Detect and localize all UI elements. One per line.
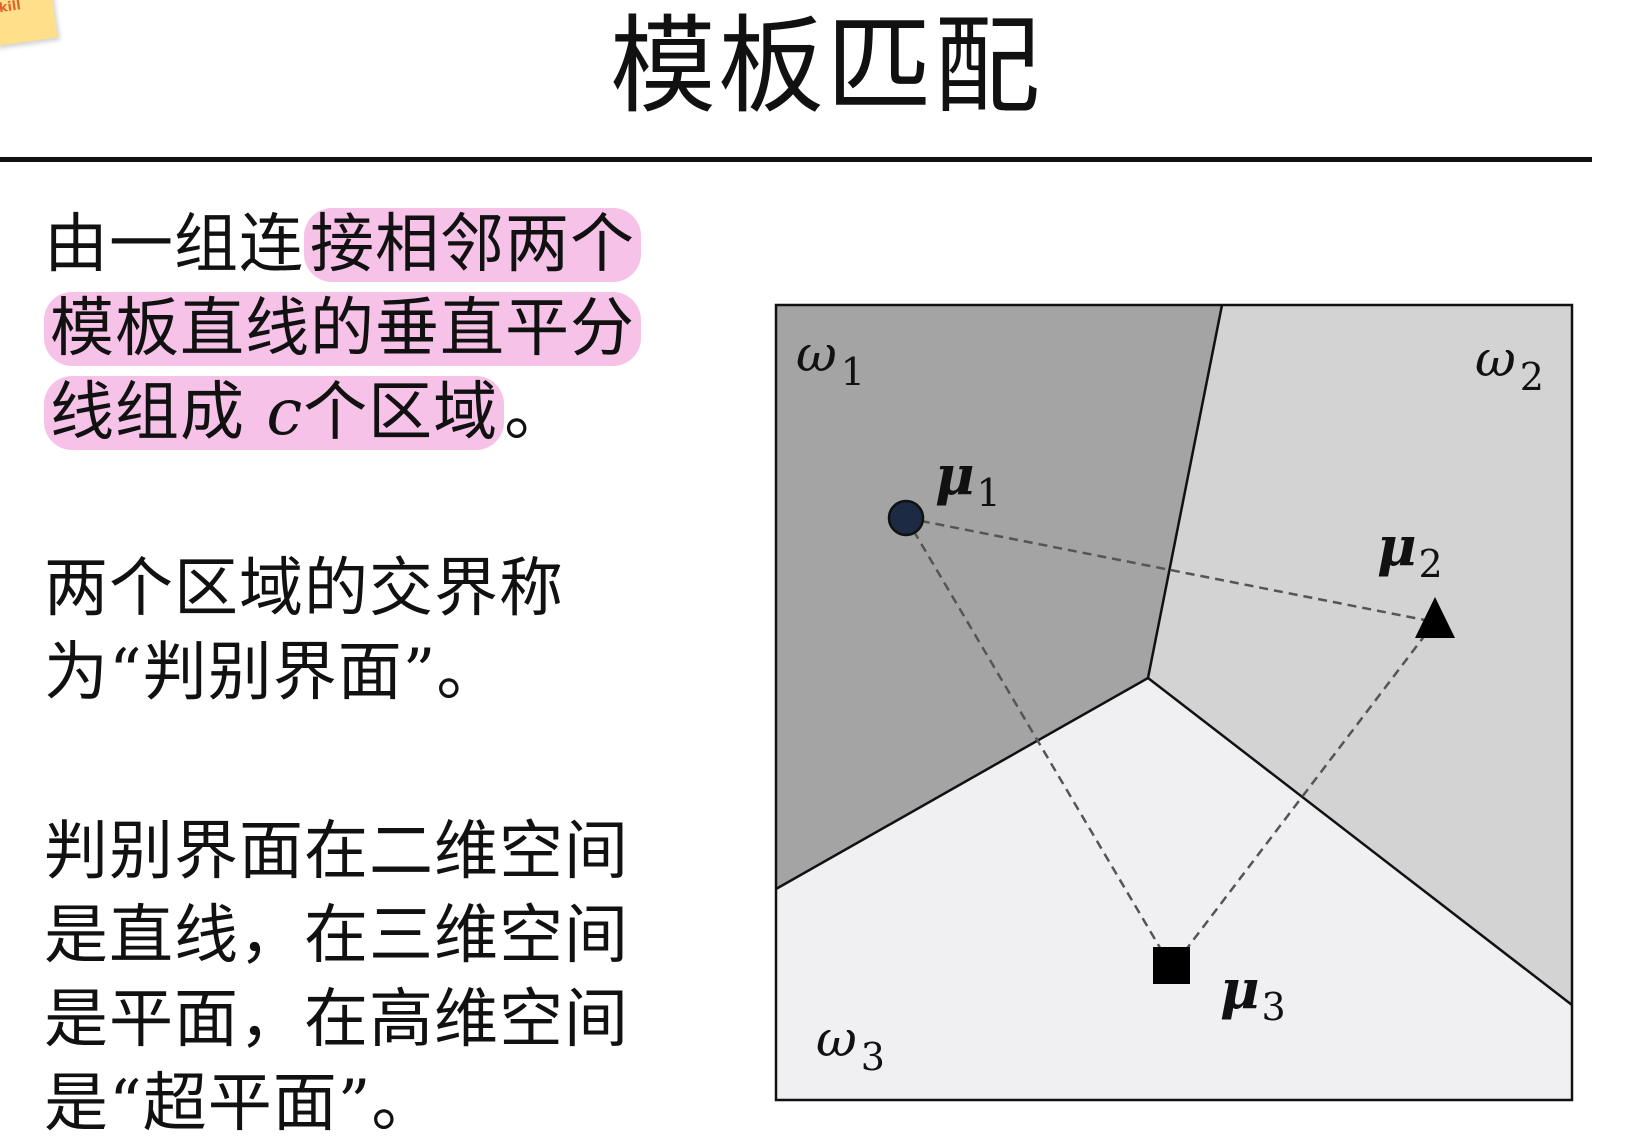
- template-mu3-square: [1153, 947, 1190, 984]
- voronoi-diagram: ω1 ω2 ω3 μ1 μ2 μ3: [774, 303, 1574, 1102]
- template-mu1-circle: [887, 499, 925, 537]
